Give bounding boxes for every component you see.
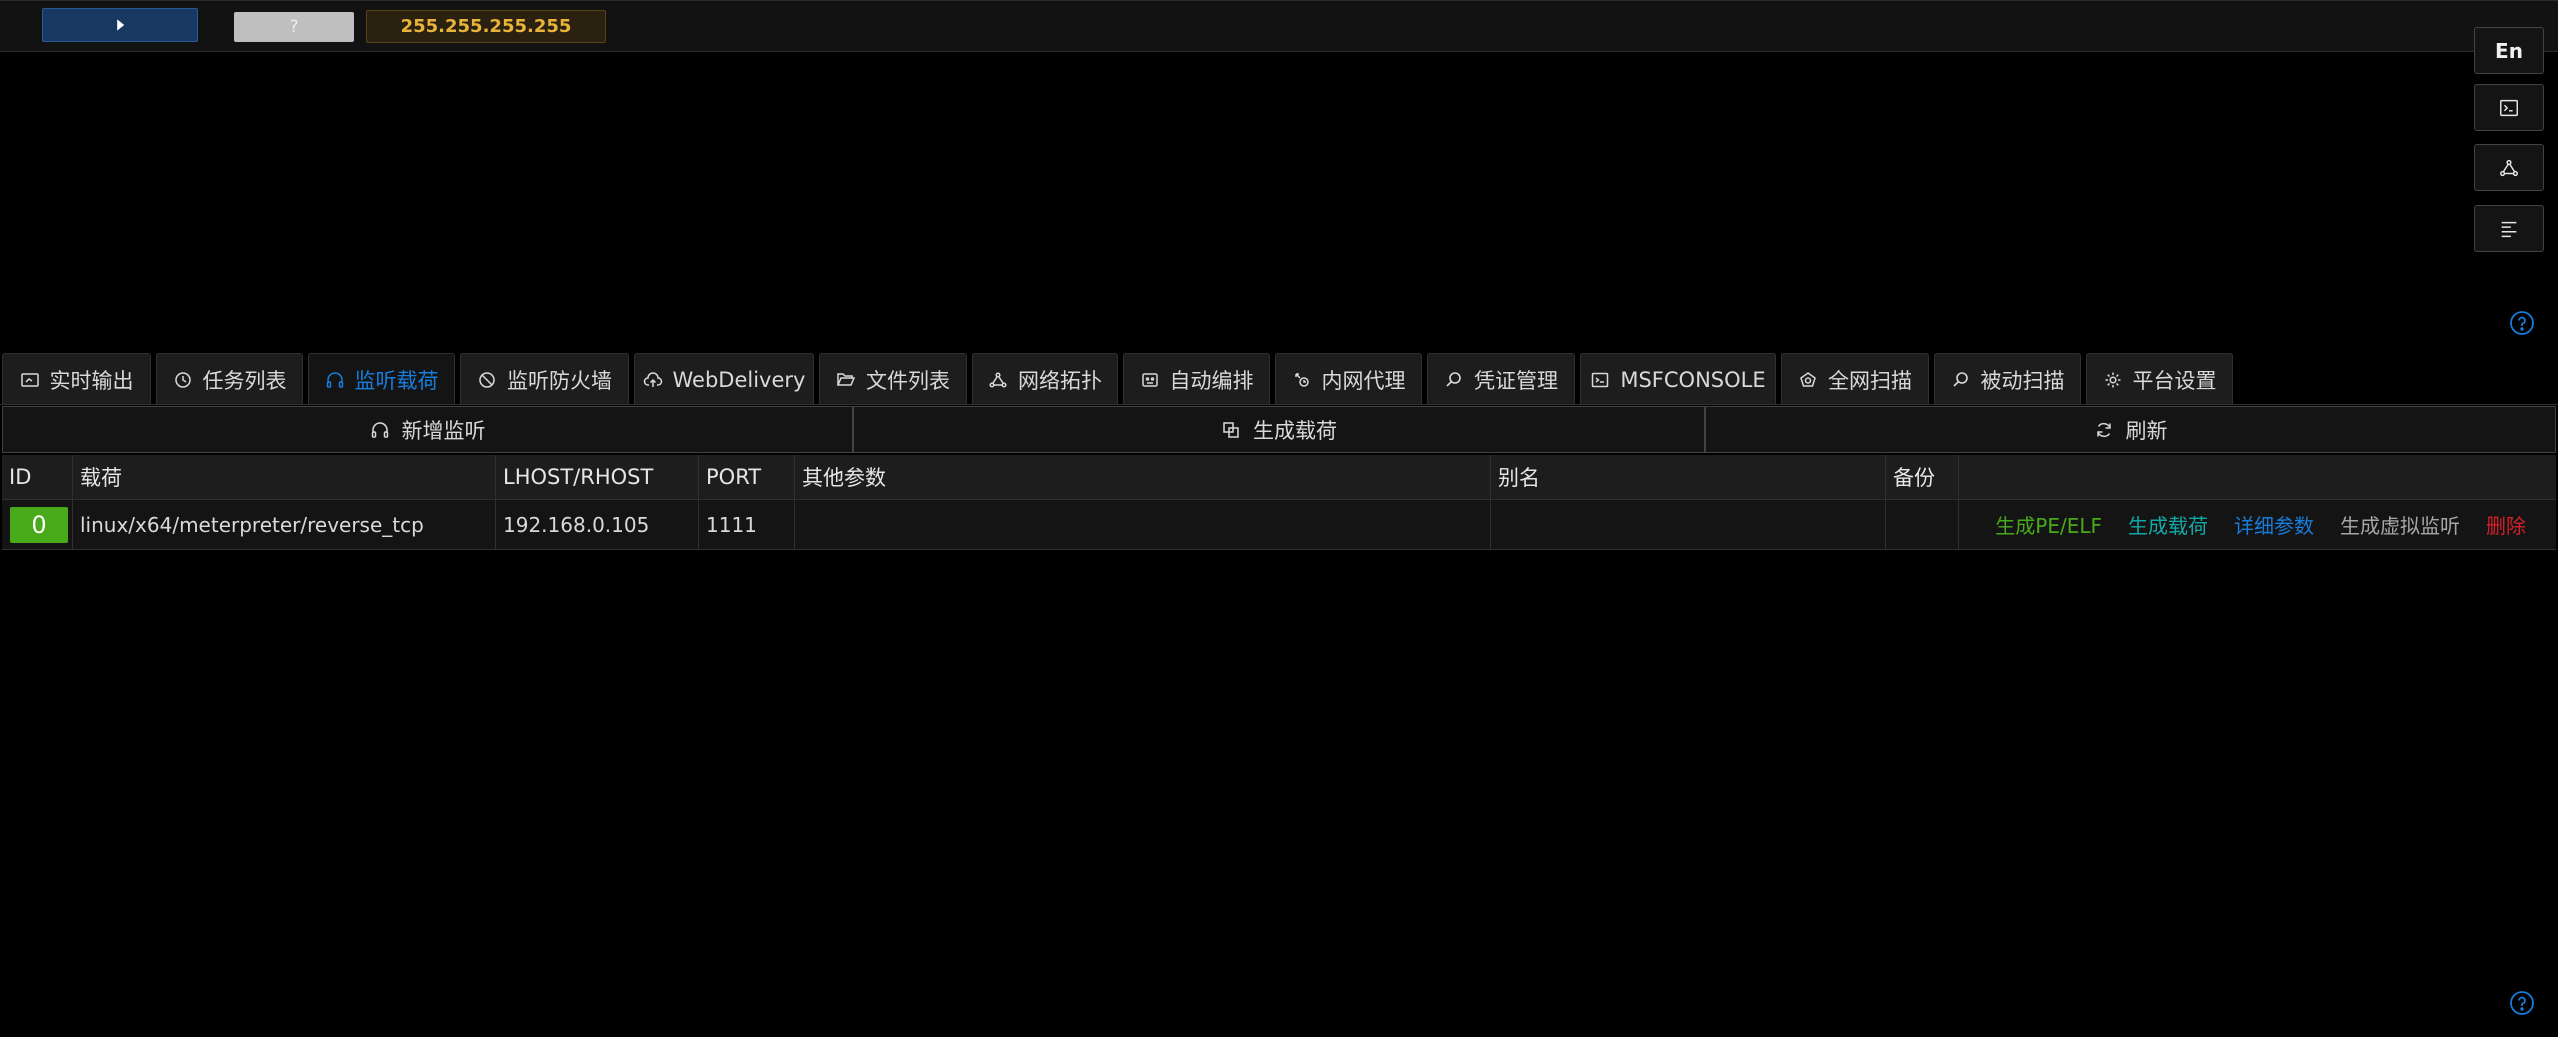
play-icon: [117, 19, 125, 31]
cell-backup: [1886, 500, 1959, 549]
question-circle-icon[interactable]: [2509, 990, 2535, 1016]
copy-icon: [1223, 421, 1239, 438]
cell-port: 1111: [699, 500, 795, 549]
tab-label: WebDelivery: [672, 367, 806, 392]
dashboard-icon: [20, 372, 39, 387]
tab-realtime-output[interactable]: 实时输出: [2, 353, 151, 405]
generate-payload-label: 生成载荷: [1253, 418, 1337, 443]
terminal-icon: [2500, 99, 2518, 116]
cell-other-params: [795, 500, 1491, 549]
tab-label: 自动编排: [1169, 368, 1254, 393]
generate-payload-link[interactable]: 生成载荷: [2128, 510, 2208, 539]
tab-intranet-proxy[interactable]: 内网代理: [1275, 353, 1422, 405]
tab-label: 文件列表: [866, 368, 950, 393]
tab-full-network-scan[interactable]: 全网扫描: [1781, 353, 1929, 405]
menu-button[interactable]: [2474, 205, 2544, 252]
table-header: ID 载荷 LHOST/RHOST PORT 其他参数 别名 备份: [2, 455, 2556, 500]
column-header-operations: [1959, 455, 2556, 499]
column-header-payload: 载荷: [73, 455, 496, 499]
cell-operations: 生成PE/ELF 生成载荷 详细参数 生成虚拟监听 删除: [1959, 500, 2556, 549]
main-tabs: 实时输出 任务列表 监听载荷 监听防火墙 WebDelivery 文件列表 网络…: [2, 353, 2233, 405]
column-header-alias: 别名: [1491, 455, 1886, 499]
tab-label: 实时输出: [49, 368, 134, 393]
tab-listen-payload[interactable]: 监听载荷: [308, 353, 455, 405]
tab-label: 监听防火墙: [507, 368, 612, 393]
refresh-label: 刷新: [2125, 418, 2168, 443]
align-left-icon: [2501, 221, 2517, 237]
tab-passive-scan[interactable]: 被动扫描: [1934, 353, 2081, 405]
column-header-host: LHOST/RHOST: [496, 455, 699, 499]
detail-params-link[interactable]: 详细参数: [2234, 510, 2314, 539]
tab-label: 内网代理: [1321, 368, 1406, 393]
tab-divider: [0, 404, 2558, 405]
tab-label: 全网扫描: [1828, 368, 1912, 393]
add-listener-button[interactable]: 新增监听: [2, 406, 853, 453]
cell-payload: linux/x64/meterpreter/reverse_tcp: [73, 500, 496, 549]
terminal-icon: [1592, 372, 1609, 387]
search-icon: [1446, 371, 1461, 387]
refresh-icon: [2096, 422, 2111, 437]
column-header-backup: 备份: [1886, 455, 1959, 499]
tab-label: 凭证管理: [1474, 368, 1558, 393]
listener-table: ID 载荷 LHOST/RHOST PORT 其他参数 别名 备份 0 linu…: [2, 455, 2556, 550]
tab-file-list[interactable]: 文件列表: [819, 353, 967, 405]
generate-pe-elf-link[interactable]: 生成PE/ELF: [1995, 510, 2102, 539]
action-bar: 新增监听 生成载荷 刷新: [2, 406, 2556, 453]
tab-label: MSFCONSOLE: [1620, 367, 1766, 392]
tab-label: 任务列表: [202, 368, 287, 393]
cell-alias: [1491, 500, 1886, 549]
language-label: En: [2495, 38, 2523, 63]
folder-open-icon: [836, 372, 856, 386]
generate-virtual-listener-link[interactable]: 生成虚拟监听: [2340, 510, 2460, 539]
refresh-button[interactable]: 刷新: [1705, 406, 2556, 453]
search-icon: [1952, 371, 1968, 387]
topology-icon: [2500, 159, 2518, 176]
tab-label: 平台设置: [2132, 368, 2217, 393]
console-button[interactable]: [2474, 84, 2544, 131]
tab-network-topology[interactable]: 网络拓扑: [972, 353, 1118, 405]
tab-task-list[interactable]: 任务列表: [156, 353, 303, 405]
tab-label: 监听载荷: [354, 368, 439, 393]
column-header-port: PORT: [699, 455, 795, 499]
column-header-id: ID: [2, 455, 73, 499]
delete-link[interactable]: 删除: [2486, 510, 2526, 539]
stop-icon: [479, 371, 495, 388]
cell-id: 0: [2, 500, 73, 549]
tab-label: 被动扫描: [1980, 368, 2065, 393]
ip-address-badge[interactable]: 255.255.255.255: [366, 10, 606, 43]
play-button[interactable]: [42, 8, 198, 42]
topology-icon: [989, 371, 1007, 388]
add-listener-label: 新增监听: [401, 418, 486, 443]
topology-button[interactable]: [2474, 144, 2544, 191]
tab-webdelivery[interactable]: WebDelivery: [634, 353, 814, 405]
column-header-other-params: 其他参数: [795, 455, 1491, 499]
top-bar: ? 255.255.255.255: [0, 0, 2558, 52]
proxy-icon: [1294, 372, 1309, 387]
table-row: 0 linux/x64/meterpreter/reverse_tcp 192.…: [2, 500, 2556, 550]
headphones-icon: [326, 371, 343, 388]
id-tag: 0: [10, 506, 68, 543]
clock-icon: [174, 371, 191, 388]
tab-auto-orchestration[interactable]: 自动编排: [1123, 353, 1270, 405]
radar-icon: [1800, 371, 1816, 387]
tab-platform-settings[interactable]: 平台设置: [2086, 353, 2233, 405]
tab-label: 网络拓扑: [1018, 368, 1102, 393]
tab-credential-management[interactable]: 凭证管理: [1427, 353, 1575, 405]
generate-payload-button[interactable]: 生成载荷: [853, 406, 1705, 453]
tab-msfconsole[interactable]: MSFCONSOLE: [1580, 353, 1776, 405]
cell-host: 192.168.0.105: [496, 500, 699, 549]
language-toggle-button[interactable]: En: [2474, 27, 2544, 74]
question-circle-icon[interactable]: [2509, 310, 2535, 336]
robot-icon: [1141, 372, 1158, 387]
gear-icon: [2105, 372, 2120, 387]
cloud-upload-icon: [643, 371, 662, 387]
tab-listen-firewall[interactable]: 监听防火墙: [460, 353, 629, 405]
help-button[interactable]: ?: [234, 12, 354, 42]
headphones-icon: [371, 421, 388, 438]
